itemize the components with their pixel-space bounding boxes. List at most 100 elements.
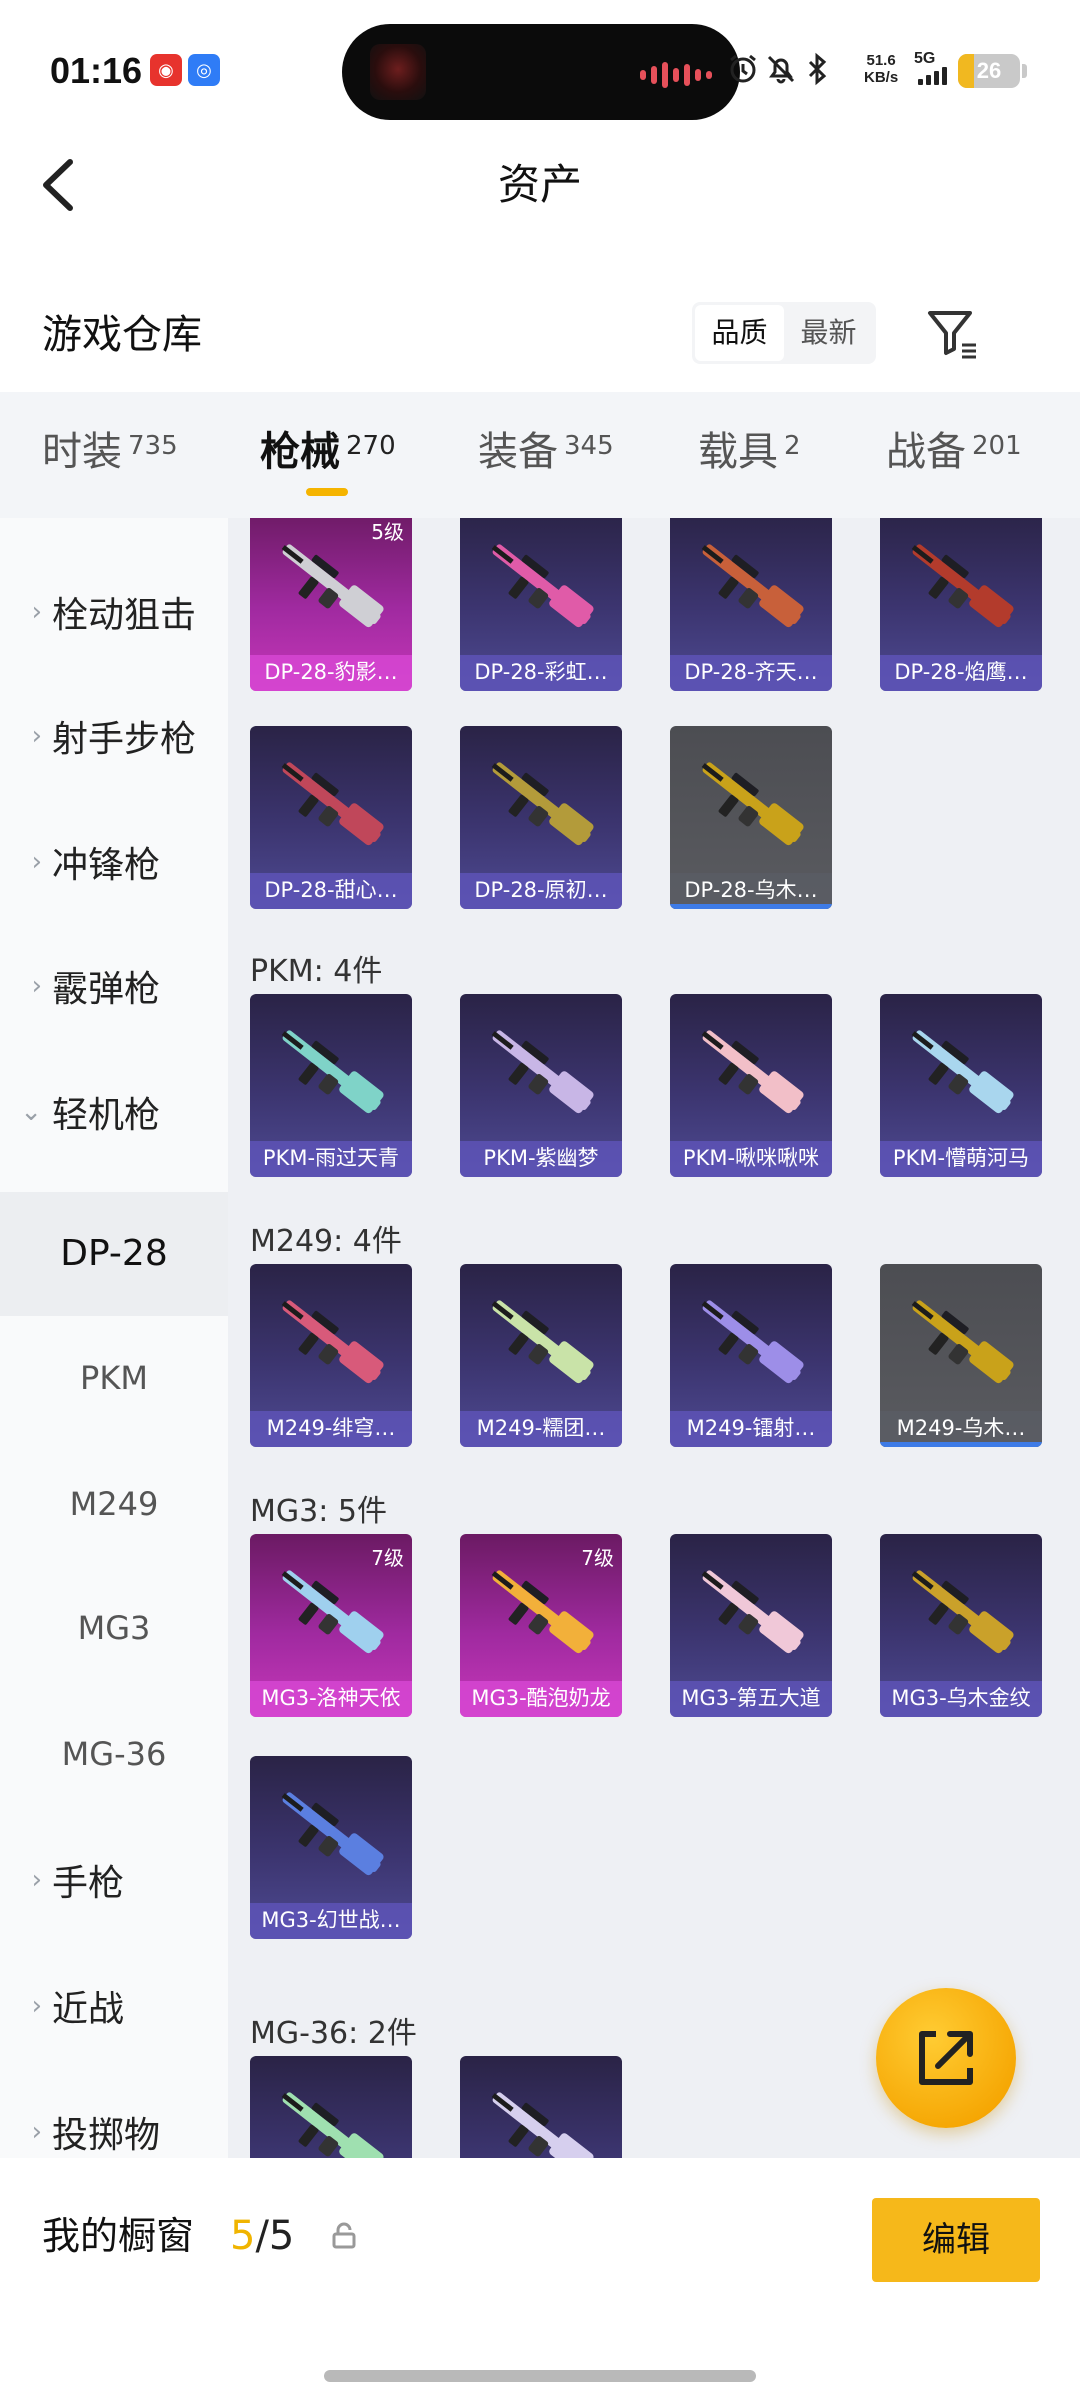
item-card[interactable]: DP-28-焰鹰…	[880, 518, 1042, 691]
sidebar-sub-pkm[interactable]: PKM	[0, 1316, 228, 1440]
item-name: MG3-乌木金纹	[880, 1681, 1042, 1717]
item-card[interactable]: 5级 DP-28-豹影…	[250, 518, 412, 691]
audio-wave-icon	[640, 62, 712, 88]
sidebar-item-melee[interactable]: › 近战	[0, 1944, 228, 2068]
item-card[interactable]	[460, 2056, 622, 2158]
tab-guns[interactable]: 枪械 270	[260, 422, 396, 482]
net-speed: 51.6 KB/s	[864, 52, 899, 86]
alarm-icon	[730, 54, 756, 83]
chevron-right-icon: ›	[31, 597, 42, 627]
sort-toggle[interactable]: 品质 最新	[692, 302, 876, 364]
sidebar: › 栓动狙击 › 射手步枪 › 冲锋枪 › 霰弹枪 ⌄ 轻机枪 DP-28 PKM M24…	[0, 518, 228, 2158]
gun-skin-image	[491, 2092, 594, 2158]
item-card[interactable]: MG3-第五大道	[670, 1534, 832, 1717]
chevron-right-icon: ›	[31, 971, 42, 1001]
group-header-m249: M249: 4件	[250, 1224, 402, 1259]
gun-skin-image	[281, 1030, 384, 1114]
item-card[interactable]: MG3-幻世战…	[250, 1756, 412, 1939]
item-name: M249-镭射…	[670, 1411, 832, 1447]
item-card[interactable]	[250, 2056, 412, 2158]
item-card[interactable]: M249-镭射…	[670, 1264, 832, 1447]
item-card[interactable]: M249-乌木…	[880, 1264, 1042, 1447]
item-card[interactable]: DP-28-原初…	[460, 726, 622, 909]
item-card[interactable]: PKM-啾咪啾咪	[670, 994, 832, 1177]
item-name: M249-糯团…	[460, 1411, 622, 1447]
item-name: DP-28-焰鹰…	[880, 655, 1042, 691]
item-card[interactable]: MG3-乌木金纹	[880, 1534, 1042, 1717]
sidebar-sub-mg3[interactable]: MG3	[0, 1566, 228, 1690]
sidebar-item-smg[interactable]: › 冲锋枪	[0, 800, 228, 924]
item-name: DP-28-原初…	[460, 873, 622, 909]
item-name: M249-乌木…	[880, 1411, 1042, 1447]
item-card[interactable]: DP-28-彩虹…	[460, 518, 622, 691]
home-indicator	[324, 2370, 756, 2382]
category-tabs: 时装 735 枪械 270 装备 345 载具 2 战备 201	[0, 392, 1080, 518]
showcase-count: 5/5	[230, 2213, 295, 2259]
item-card[interactable]: PKM-懵萌河马	[880, 994, 1042, 1177]
item-name: DP-28-彩虹…	[460, 655, 622, 691]
group-header-mg3: MG3: 5件	[250, 1494, 387, 1529]
sidebar-sub-m249[interactable]: M249	[0, 1442, 228, 1566]
item-name: DP-28-甜心…	[250, 873, 412, 909]
sidebar-item-pistol[interactable]: › 手枪	[0, 1818, 228, 1942]
dynamic-island[interactable]	[342, 24, 740, 120]
gun-skin-image	[281, 1792, 384, 1876]
tab-vehicles[interactable]: 载具 2	[698, 422, 801, 482]
chevron-right-icon: ›	[31, 847, 42, 877]
chevron-right-icon: ›	[31, 1991, 42, 2021]
tab-supplies[interactable]: 战备 201	[886, 422, 1022, 482]
gun-skin-image	[491, 544, 594, 628]
item-card[interactable]: DP-28-乌木…	[670, 726, 832, 909]
level-badge: 7级	[581, 1546, 614, 1570]
item-name: PKM-雨过天青	[250, 1141, 412, 1177]
sidebar-item-lmg[interactable]: ⌄ 轻机枪	[0, 1050, 228, 1174]
showcase-label: 我的橱窗	[42, 2214, 195, 2258]
sidebar-sub-mg36[interactable]: MG-36	[0, 1692, 228, 1816]
share-button[interactable]	[876, 1988, 1016, 2128]
item-name: MG3-酷泡奶龙	[460, 1681, 622, 1717]
item-grid: PKM: 4件 M249: 4件 MG3: 5件 MG-36: 2件 5级 DP-…	[228, 518, 1080, 2158]
item-name: MG3-洛神天依	[250, 1681, 412, 1717]
gun-skin-image	[491, 762, 594, 846]
item-card[interactable]: M249-绯穹…	[250, 1264, 412, 1447]
lock-icon	[332, 2222, 356, 2249]
sort-newest-option[interactable]: 最新	[784, 305, 873, 361]
filter-icon[interactable]	[924, 305, 980, 361]
mute-bell-icon	[767, 55, 795, 84]
gun-skin-image	[911, 544, 1014, 628]
item-card[interactable]: PKM-雨过天青	[250, 994, 412, 1177]
gun-skin-image	[701, 1030, 804, 1114]
sidebar-sub-dp28[interactable]: DP-28	[0, 1192, 228, 1316]
gun-skin-image	[701, 762, 804, 846]
gun-skin-image	[701, 1300, 804, 1384]
item-card[interactable]: 7级 MG3-酷泡奶龙	[460, 1534, 622, 1717]
chevron-right-icon: ›	[31, 1865, 42, 1895]
item-card[interactable]: DP-28-甜心…	[250, 726, 412, 909]
active-tab-indicator	[306, 488, 348, 496]
edit-button[interactable]: 编辑	[872, 2198, 1040, 2282]
sort-quality-option[interactable]: 品质	[695, 305, 784, 361]
page-title: 资产	[497, 160, 582, 209]
item-card[interactable]: M249-糯团…	[460, 1264, 622, 1447]
item-card[interactable]: PKM-紫幽梦	[460, 994, 622, 1177]
signal-icon	[918, 67, 947, 85]
sidebar-item-shotgun[interactable]: › 霰弹枪	[0, 924, 228, 1048]
chevron-down-icon: ⌄	[20, 1097, 42, 1127]
sidebar-item-throwables[interactable]: › 投掷物	[0, 2070, 228, 2158]
tab-fashion[interactable]: 时装 735	[42, 422, 178, 482]
share-icon	[919, 2031, 973, 2085]
tab-equipment[interactable]: 装备 345	[478, 422, 614, 482]
gun-skin-image	[701, 544, 804, 628]
sidebar-item-marksman[interactable]: › 射手步枪	[0, 674, 228, 798]
gun-skin-image	[281, 762, 384, 846]
network-type: 5G	[914, 50, 936, 67]
bottom-bar: 我的橱窗 5/5 编辑	[0, 2158, 1080, 2400]
browser-app-icon: ◎	[188, 54, 220, 86]
battery-icon: 26	[958, 54, 1020, 88]
status-time: 01:16	[50, 50, 143, 91]
item-card[interactable]: DP-28-齐天…	[670, 518, 832, 691]
gun-skin-image	[491, 1300, 594, 1384]
item-card[interactable]: 7级 MG3-洛神天依	[250, 1534, 412, 1717]
gun-skin-image	[491, 1030, 594, 1114]
sidebar-item-bolt-sniper[interactable]: › 栓动狙击	[0, 550, 228, 674]
